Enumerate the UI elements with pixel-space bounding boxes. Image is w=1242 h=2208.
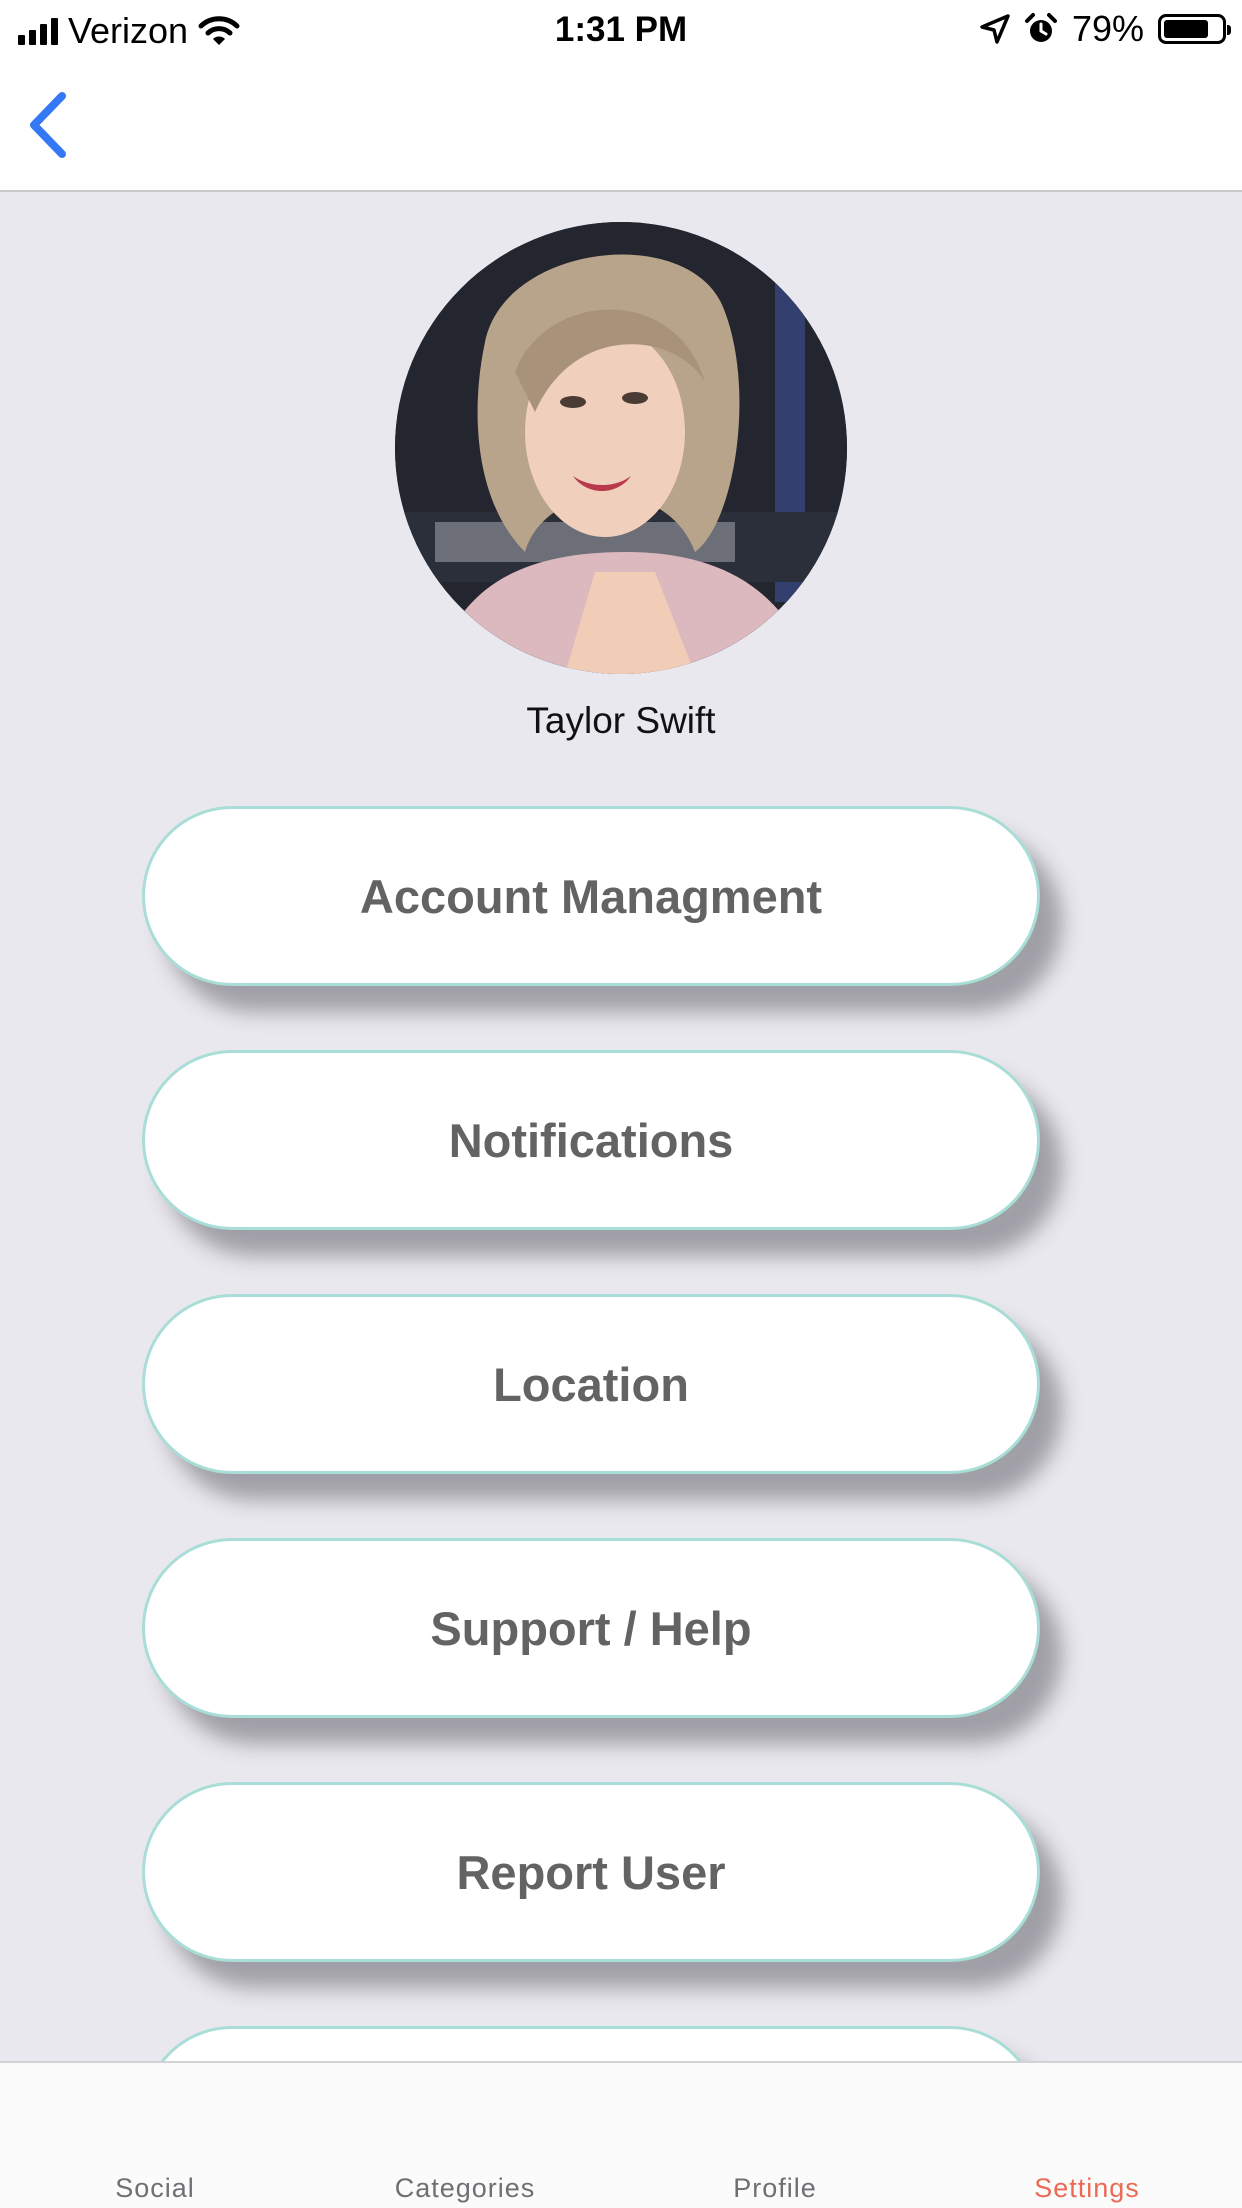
location-arrow-icon <box>980 14 1010 44</box>
battery-percent: 79% <box>1071 8 1144 49</box>
alarm-icon <box>1024 13 1057 42</box>
location-button[interactable]: Location <box>142 1294 1040 1474</box>
back-button[interactable] <box>20 90 80 160</box>
support-help-button[interactable]: Support / Help <box>142 1538 1040 1718</box>
battery-icon <box>1158 14 1231 44</box>
tab-categories[interactable]: Categories <box>310 2173 620 2204</box>
navigation-bar <box>0 60 1242 192</box>
status-bar: Verizon 1:31 PM 79% <box>0 0 1242 60</box>
battery-level-fill <box>1164 20 1208 38</box>
tab-settings[interactable]: Settings <box>932 2173 1242 2204</box>
tab-profile[interactable]: Profile <box>620 2173 930 2204</box>
status-right: 79% <box>980 8 1231 50</box>
report-user-button[interactable]: Report User <box>142 1782 1040 1962</box>
tab-bar: Social Categories Profile Settings <box>0 2061 1242 2208</box>
avatar-photo <box>395 222 847 674</box>
account-management-button[interactable]: Account Managment <box>142 806 1040 986</box>
profile-avatar <box>395 222 847 674</box>
notifications-button[interactable]: Notifications <box>142 1050 1040 1230</box>
tab-social[interactable]: Social <box>0 2173 310 2204</box>
chevron-left-icon <box>30 92 66 158</box>
profile-name: Taylor Swift <box>526 700 716 741</box>
